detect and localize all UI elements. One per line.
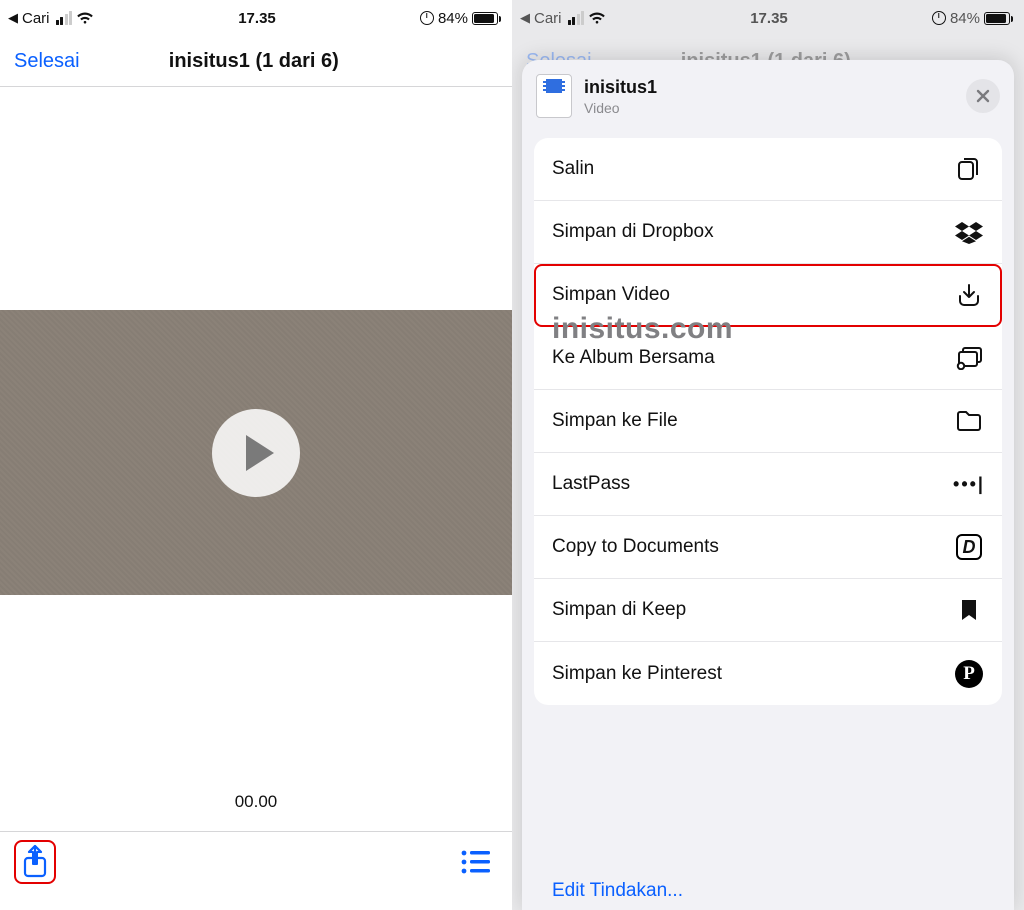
action-label: Simpan di Dropbox [552, 221, 714, 243]
download-icon [954, 282, 984, 308]
play-icon [246, 435, 274, 471]
alarm-icon [932, 11, 946, 25]
close-icon [976, 89, 990, 103]
share-sheet-header: inisitus1 Video [522, 60, 1014, 132]
pinterest-icon: P [954, 660, 984, 688]
action-simpan-file[interactable]: Simpan ke File [534, 390, 1002, 453]
screen-share-sheet: ▶ Cari 17.35 84% Selesai inisitus1 (1 da… [512, 0, 1024, 910]
status-bar: ▶ Cari 17.35 84% [0, 0, 512, 36]
back-app-label[interactable]: Cari [534, 10, 562, 27]
edit-actions-link[interactable]: Edit Tindakan... [552, 880, 683, 902]
share-sheet: inisitus1 Video inisitus.com Salin Simpa… [522, 60, 1014, 910]
bottom-toolbar [0, 832, 512, 910]
back-caret-icon: ▶ [520, 10, 530, 26]
screen-video-preview: ▶ Cari 17.35 84% Selesai inisitus1 (1 da… [0, 0, 512, 910]
status-time: 17.35 [750, 10, 788, 27]
action-copy-documents[interactable]: Copy to Documents D [534, 516, 1002, 579]
file-type: Video [584, 100, 966, 116]
action-label: Simpan Video [552, 284, 670, 306]
share-button[interactable] [20, 844, 50, 880]
action-salin[interactable]: Salin [534, 138, 1002, 201]
done-button[interactable]: Selesai [14, 50, 80, 73]
list-button[interactable] [460, 849, 492, 875]
alarm-icon [420, 11, 434, 25]
close-button[interactable] [966, 79, 1000, 113]
file-thumbnail [536, 74, 572, 118]
bookmark-icon [954, 598, 984, 622]
shared-album-icon [954, 346, 984, 370]
play-button[interactable] [212, 409, 300, 497]
back-app-label[interactable]: Cari [22, 10, 50, 27]
action-dropbox[interactable]: Simpan di Dropbox [534, 201, 1002, 264]
video-preview[interactable] [0, 310, 512, 595]
action-label: Simpan di Keep [552, 599, 686, 621]
back-caret-icon: ▶ [8, 10, 18, 26]
status-time: 17.35 [238, 10, 276, 27]
action-label: Salin [552, 158, 594, 180]
action-list: Salin Simpan di Dropbox Simpan Video [534, 138, 1002, 705]
timecode-label: 00.00 [0, 792, 512, 812]
signal-icon [568, 11, 585, 25]
action-pinterest[interactable]: Simpan ke Pinterest P [534, 642, 1002, 705]
battery-pct: 84% [438, 10, 468, 27]
action-label: Copy to Documents [552, 536, 719, 558]
action-album-bersama[interactable]: Ke Album Bersama [534, 327, 1002, 390]
file-name: inisitus1 [584, 77, 966, 98]
battery-icon [984, 12, 1010, 25]
action-label: Simpan ke Pinterest [552, 663, 722, 685]
battery-pct: 84% [950, 10, 980, 27]
share-button-highlight [14, 840, 56, 884]
lastpass-icon: •••| [954, 474, 984, 495]
action-label: Simpan ke File [552, 410, 678, 432]
nav-bar: Selesai inisitus1 (1 dari 6) [0, 36, 512, 86]
action-label: LastPass [552, 473, 630, 495]
documents-icon: D [954, 534, 984, 560]
wifi-icon [76, 11, 94, 25]
battery-icon [472, 12, 498, 25]
action-label: Ke Album Bersama [552, 347, 715, 369]
action-simpan-video[interactable]: Simpan Video [534, 264, 1002, 327]
signal-icon [56, 11, 73, 25]
divider [0, 86, 512, 87]
dropbox-icon [954, 220, 984, 244]
page-title: inisitus1 (1 dari 6) [80, 50, 498, 73]
action-keep[interactable]: Simpan di Keep [534, 579, 1002, 642]
action-lastpass[interactable]: LastPass •••| [534, 453, 1002, 516]
folder-icon [954, 410, 984, 432]
copy-icon [954, 156, 984, 182]
wifi-icon [588, 11, 606, 25]
status-bar: ▶ Cari 17.35 84% [512, 0, 1024, 36]
